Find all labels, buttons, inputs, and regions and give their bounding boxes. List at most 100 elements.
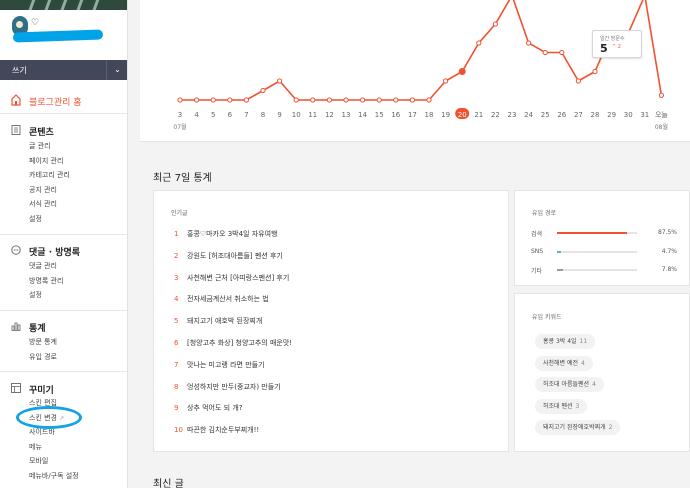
x-tick-label[interactable]: 28 [591,111,600,119]
popular-post-item[interactable]: 5 돼지고기 애호박 된장찌개 [174,316,262,330]
data-point[interactable] [310,97,316,103]
sidebar-item-visits[interactable]: 방문 통계 [29,335,57,350]
x-tick-label[interactable]: 25 [541,111,550,119]
post-title[interactable]: 따끈한 김치순두부찌개!! [187,426,259,434]
profile[interactable]: ♡ [8,16,120,46]
data-point[interactable] [409,97,415,103]
sidebar-item-referrers[interactable]: 유입 경로 [29,350,57,365]
data-point[interactable] [492,21,498,27]
data-point[interactable] [293,97,299,103]
data-point[interactable] [559,49,565,56]
x-tick-label[interactable]: 12 [325,111,334,119]
popular-post-item[interactable]: 7 맛나는 미고랭 라면 만들기 [174,360,265,374]
popular-post-item[interactable]: 4 전자세금계산서 취소하는 법 [174,294,269,308]
data-point[interactable] [227,97,233,103]
keyword-pill[interactable]: 홍콩 3박 4일 11 [535,334,596,349]
sidebar-item-guestbook[interactable]: 방명록 관리 [29,274,63,289]
sidebar-item-mobile[interactable]: 모바일 [29,454,79,469]
x-tick-label[interactable]: 29 [607,111,616,119]
x-tick-label[interactable]: 23 [508,111,517,119]
sidebar-item-comments[interactable]: 댓글 관리 [29,259,63,274]
data-point[interactable] [658,92,665,98]
x-tick-label[interactable]: 5 [211,111,215,119]
data-point[interactable] [194,97,200,103]
sidebar-item-content-settings[interactable]: 설정 [29,212,70,227]
post-title[interactable]: 전자세금계산서 취소하는 법 [187,295,269,303]
sidebar-item-pages[interactable]: 페이지 관리 [29,154,70,169]
post-title[interactable]: 엉성하지만 만두(중교자) 만들기 [187,383,281,391]
sidebar-item-posts[interactable]: 글 관리 [29,139,70,154]
x-tick-label[interactable]: 17 [408,111,417,119]
post-title[interactable]: 홍콩♡마카오 3박4일 자유여행 [187,230,277,238]
x-tick-label[interactable]: 18 [425,111,434,119]
keyword-pill[interactable]: 사천해변 예전 4 [535,355,593,371]
data-point[interactable] [476,40,482,46]
data-point[interactable] [243,97,250,103]
data-point[interactable] [210,97,216,103]
x-tick-label[interactable]: 4 [194,111,199,119]
post-title[interactable]: 상추 먹어도 되 개? [187,404,242,412]
x-tick-label[interactable]: 19 [441,111,450,119]
data-point[interactable] [575,78,581,84]
sidebar-item-categories[interactable]: 카테고리 관리 [29,168,70,183]
popular-post-item[interactable]: 6 [청양고추 화상] 청양고추의 매운맛! [174,338,292,352]
post-title[interactable]: 강원도 [허조대아름들] 펜션 후기 [187,252,283,260]
data-point[interactable] [542,49,548,56]
x-tick-label[interactable]: 16 [391,111,400,119]
x-tick-label[interactable]: 14 [358,111,367,119]
post-title[interactable]: 사천해변 근처 [아띠랑스펜션] 후기 [187,274,289,282]
popular-post-item[interactable]: 10 따끈한 김치순두부찌개!! [174,425,259,439]
data-point[interactable] [376,97,382,103]
sidebar-item-comment-settings[interactable]: 설정 [29,288,63,303]
popular-post-item[interactable]: 2 강원도 [허조대아름들] 펜션 후기 [174,251,283,265]
x-tick-label[interactable]: 6 [228,111,233,119]
chevron-down-icon[interactable]: ⌄ [106,60,127,80]
keyword-pill[interactable]: 허조대 펜션 3 [535,398,588,414]
keyword-text: 사천해변 예전 [543,359,579,367]
data-point[interactable] [277,78,283,84]
data-point[interactable] [326,97,332,103]
x-tick-label[interactable]: 오늘 [655,111,668,119]
x-tick-label[interactable]: 31 [640,111,649,119]
data-point[interactable] [343,97,349,103]
sidebar-item-menubar[interactable]: 메뉴바/구독 설정 [29,469,79,484]
post-title[interactable]: 돼지고기 애호박 된장찌개 [187,317,262,325]
data-point[interactable] [177,97,183,103]
x-tick-label[interactable]: 9 [277,111,281,119]
data-point[interactable] [260,87,266,94]
x-tick-label[interactable]: 7 [244,111,248,119]
keyword-pill[interactable]: 허조대 아름들펜션 4 [535,377,604,392]
x-tick-label[interactable]: 27 [574,111,583,119]
x-tick-label[interactable]: 21 [474,111,483,119]
popular-post-item[interactable]: 3 사천해변 근처 [아띠랑스펜션] 후기 [174,273,289,287]
sidebar-item-menu[interactable]: 메뉴 [29,440,79,455]
x-tick-label[interactable]: 11 [308,111,317,119]
x-tick-label[interactable]: 26 [557,111,566,119]
write-button[interactable]: 쓰기 ⌄ [0,60,127,80]
popular-post-item[interactable]: 1 홍콩♡마카오 3박4일 자유여행 [174,229,277,243]
data-point[interactable] [592,68,598,75]
x-tick-label[interactable]: 20 [458,111,467,119]
data-point[interactable] [526,40,532,46]
x-tick-label[interactable]: 8 [261,111,265,119]
data-point[interactable] [393,97,399,103]
sidebar-item-templates[interactable]: 서식 관리 [29,197,70,212]
x-tick-label[interactable]: 15 [375,111,384,119]
popular-post-item[interactable]: 8 엉성하지만 만두(중교자) 만들기 [174,382,281,396]
x-tick-label[interactable]: 30 [624,111,633,119]
post-title[interactable]: [청양고추 화상] 청양고추의 매운맛! [187,339,292,347]
data-point[interactable] [360,97,366,103]
popular-post-item[interactable]: 9 상추 먹어도 되 개? [174,403,242,417]
sidebar-item-notices[interactable]: 공지 관리 [29,183,70,198]
x-tick-label[interactable]: 3 [178,111,182,119]
x-tick-label[interactable]: 10 [292,111,301,119]
blog-banner [0,0,127,10]
data-point[interactable] [458,68,466,75]
x-tick-label[interactable]: 22 [491,111,500,119]
x-tick-label[interactable]: 13 [342,111,351,119]
data-point[interactable] [443,78,449,84]
x-tick-label[interactable]: 24 [524,111,533,119]
keyword-pill[interactable]: 돼지고기 된장애호박찌개 2 [535,420,621,435]
post-title[interactable]: 맛나는 미고랭 라면 만들기 [187,361,265,369]
data-point[interactable] [426,97,432,103]
